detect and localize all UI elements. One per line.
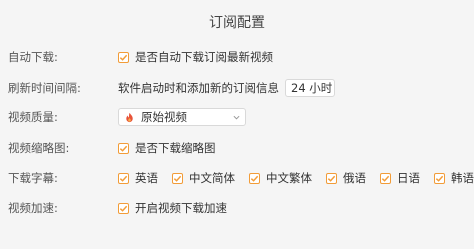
check-icon (119, 145, 128, 152)
subtitle-checkbox[interactable] (326, 172, 337, 184)
video-quality-select[interactable]: 原始视频 (118, 108, 246, 126)
check-icon (250, 175, 259, 182)
row-thumbnail: 视频缩略图: 是否下载缩略图 (0, 137, 474, 159)
acceleration-checkbox[interactable] (118, 202, 129, 214)
subtitle-option-japanese[interactable]: 日语 (380, 170, 420, 186)
subtitle-option-korean[interactable]: 韩语 (434, 170, 474, 186)
chevron-down-icon (233, 115, 240, 120)
acceleration-option[interactable]: 开启视频下载加速 (118, 200, 227, 216)
subtitle-option-label: 日语 (397, 171, 420, 185)
auto-download-option-label: 是否自动下载订阅最新视频 (135, 50, 273, 64)
thumbnail-label: 视频缩略图: (8, 141, 70, 155)
row-acceleration: 视频加速: 开启视频下载加速 (0, 197, 474, 219)
row-refresh-interval: 刷新时间间隔: 软件启动时和添加新的订阅信息 24 小时 (0, 77, 474, 99)
subtitle-option-label: 英语 (135, 171, 158, 185)
video-quality-label: 视频质量: (8, 110, 58, 124)
video-quality-value: 原始视频 (141, 110, 187, 124)
subtitle-option-label: 韩语 (451, 171, 474, 185)
auto-download-checkbox[interactable] (118, 51, 129, 63)
subtitle-option-english[interactable]: 英语 (118, 170, 158, 186)
subtitle-checkbox[interactable] (118, 172, 129, 184)
acceleration-option-label: 开启视频下载加速 (135, 201, 227, 215)
check-icon (119, 175, 128, 182)
auto-download-option[interactable]: 是否自动下载订阅最新视频 (118, 49, 273, 65)
fire-icon (126, 112, 133, 122)
acceleration-label: 视频加速: (8, 201, 58, 215)
check-icon (327, 175, 336, 182)
check-icon (119, 205, 128, 212)
row-subtitles: 下载字幕: 英语 中文简体 中文繁体 俄语 日语 韩语 (0, 167, 474, 189)
subtitle-checkbox[interactable] (172, 172, 183, 184)
subtitles-options: 英语 中文简体 中文繁体 俄语 日语 韩语 (118, 170, 474, 186)
refresh-interval-select[interactable]: 24 小时 (285, 79, 335, 97)
refresh-interval-field: 软件启动时和添加新的订阅信息 24 小时 (118, 79, 335, 97)
subtitles-label: 下载字幕: (8, 171, 58, 185)
subtitle-checkbox[interactable] (380, 172, 391, 184)
check-icon (173, 175, 182, 182)
check-icon (381, 175, 390, 182)
subtitle-option-label: 中文简体 (189, 171, 235, 185)
subtitle-checkbox[interactable] (434, 172, 445, 184)
row-video-quality: 视频质量: 原始视频 (0, 106, 474, 128)
thumbnail-option[interactable]: 是否下载缩略图 (118, 140, 216, 156)
video-quality-field: 原始视频 (118, 108, 246, 126)
subtitle-option-traditional-chinese[interactable]: 中文繁体 (249, 170, 312, 186)
refresh-interval-desc: 软件启动时和添加新的订阅信息 (118, 81, 279, 95)
thumbnail-option-label: 是否下载缩略图 (135, 141, 216, 155)
page-title: 订阅配置 (209, 15, 265, 31)
check-icon (119, 54, 128, 61)
check-icon (435, 175, 444, 182)
auto-download-label: 自动下载: (8, 50, 58, 64)
refresh-interval-value: 24 小时 (291, 81, 333, 95)
subtitle-option-simplified-chinese[interactable]: 中文简体 (172, 170, 235, 186)
subtitle-checkbox[interactable] (249, 172, 260, 184)
subtitle-option-russian[interactable]: 俄语 (326, 170, 366, 186)
subtitle-option-label: 中文繁体 (266, 171, 312, 185)
thumbnail-checkbox[interactable] (118, 142, 129, 154)
subtitle-option-label: 俄语 (343, 171, 366, 185)
row-auto-download: 自动下载: 是否自动下载订阅最新视频 (0, 46, 474, 68)
refresh-interval-label: 刷新时间间隔: (8, 81, 81, 95)
